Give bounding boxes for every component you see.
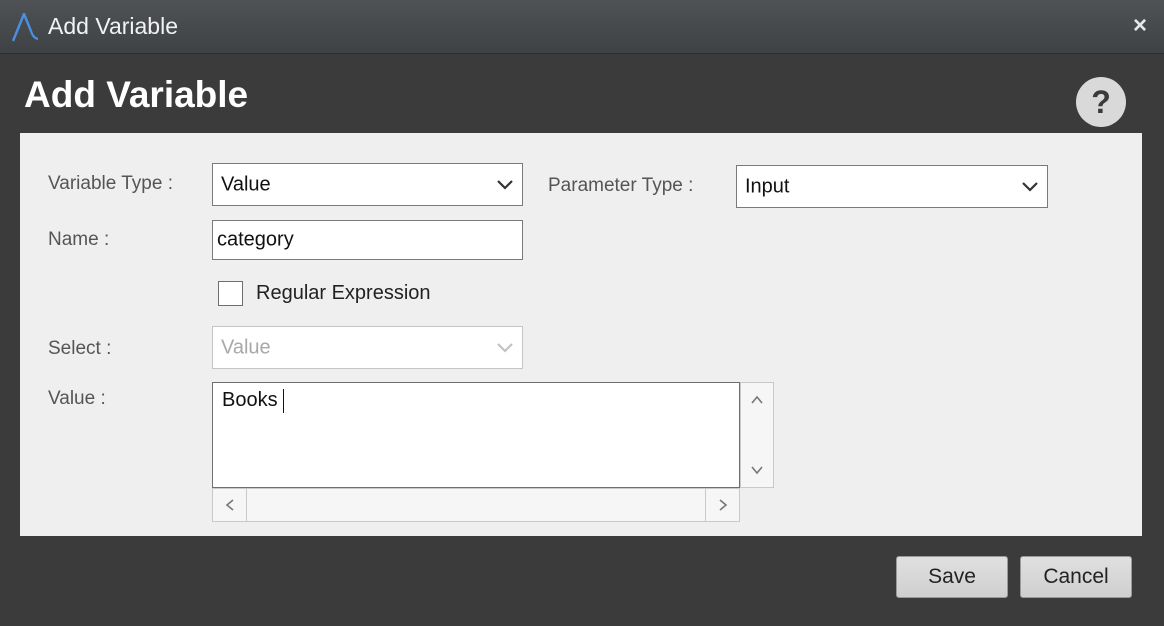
scroll-left-button[interactable] xyxy=(213,489,247,521)
variable-type-value: Value xyxy=(221,173,271,195)
text-caret xyxy=(283,389,284,413)
value-textarea[interactable]: Books xyxy=(212,382,740,488)
name-value: category xyxy=(217,228,294,251)
parameter-type-label: Parameter Type : xyxy=(548,175,694,196)
app-logo-icon xyxy=(11,12,39,42)
name-input[interactable]: category xyxy=(212,220,523,260)
chevron-down-icon xyxy=(751,466,763,475)
parameter-type-value: Input xyxy=(745,175,790,197)
value-label: Value : xyxy=(48,388,106,409)
save-button[interactable]: Save xyxy=(896,556,1008,598)
select-dropdown: Value xyxy=(212,326,523,369)
name-label: Name : xyxy=(48,229,110,250)
scroll-right-button[interactable] xyxy=(705,489,739,521)
variable-type-label: Variable Type : xyxy=(48,173,173,194)
select-label: Select : xyxy=(48,338,112,359)
chevron-left-icon xyxy=(225,499,234,511)
window-titlebar: Add Variable × xyxy=(0,0,1164,54)
window-title: Add Variable xyxy=(48,13,178,39)
vertical-scrollbar[interactable] xyxy=(740,382,774,488)
chevron-down-icon xyxy=(497,179,513,190)
help-icon[interactable]: ? xyxy=(1076,77,1126,127)
chevron-down-icon xyxy=(1022,181,1038,192)
scroll-down-button[interactable] xyxy=(741,453,773,487)
chevron-down-icon xyxy=(497,342,513,353)
variable-type-select[interactable]: Value xyxy=(212,163,523,206)
parameter-type-select[interactable]: Input xyxy=(736,165,1048,208)
chevron-right-icon xyxy=(718,499,727,511)
chevron-up-icon xyxy=(751,395,763,404)
scroll-up-button[interactable] xyxy=(741,383,773,417)
horizontal-scrollbar[interactable] xyxy=(212,488,740,522)
dialog-heading: Add Variable xyxy=(24,74,249,115)
regular-expression-checkbox[interactable] xyxy=(218,281,243,306)
cancel-button[interactable]: Cancel xyxy=(1020,556,1132,598)
regular-expression-label: Regular Expression xyxy=(256,282,431,304)
close-icon[interactable]: × xyxy=(1133,12,1147,40)
select-value: Value xyxy=(221,336,271,358)
value-text: Books xyxy=(222,389,278,411)
